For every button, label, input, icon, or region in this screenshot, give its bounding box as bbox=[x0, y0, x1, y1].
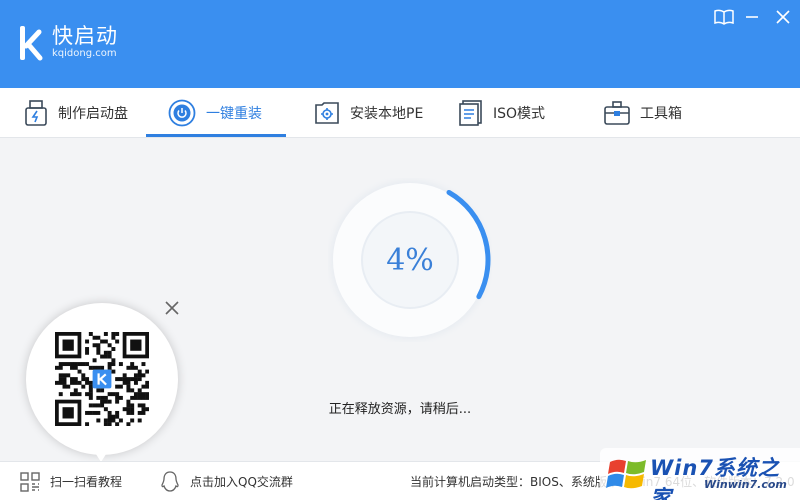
book-icon bbox=[714, 9, 734, 25]
qr-code-popup bbox=[26, 303, 178, 455]
progress-percent: 4% bbox=[386, 242, 434, 278]
power-icon bbox=[168, 99, 196, 127]
join-qq-group-link[interactable]: 点击加入QQ交流群 bbox=[160, 462, 293, 500]
main-tabs: 制作启动盘 一键重装 安装本地PE ISO模式 工具箱 bbox=[0, 88, 800, 138]
app-name: 快启动 bbox=[52, 24, 118, 48]
scan-tutorial-label: 扫一扫看教程 bbox=[50, 475, 123, 489]
help-book-button[interactable] bbox=[713, 6, 735, 28]
watermark: Win7系统之家 Winwin7.com bbox=[600, 448, 800, 500]
active-tab-indicator bbox=[146, 134, 286, 137]
tab-make-boot-disk[interactable]: 制作启动盘 bbox=[24, 88, 128, 138]
pe-install-icon bbox=[315, 102, 339, 124]
windows-logo-icon bbox=[606, 459, 646, 489]
tab-label: 一键重装 bbox=[206, 106, 262, 122]
tab-one-click-reinstall[interactable]: 一键重装 bbox=[168, 88, 262, 138]
close-icon bbox=[776, 10, 790, 24]
watermark-brand: Win7系统之家 bbox=[650, 456, 780, 500]
join-qq-group-label: 点击加入QQ交流群 bbox=[190, 475, 293, 489]
usb-drive-icon bbox=[25, 100, 47, 126]
tab-label: 工具箱 bbox=[640, 106, 682, 122]
progress-ring: 4% bbox=[328, 178, 492, 342]
qr-scan-icon bbox=[20, 471, 40, 492]
qr-close-button[interactable] bbox=[162, 298, 182, 318]
tab-iso-mode[interactable]: ISO模式 bbox=[459, 88, 545, 138]
app-logo: 快启动 kqidong.com bbox=[18, 24, 118, 62]
iso-document-icon bbox=[459, 100, 482, 126]
kqidong-logo-icon bbox=[20, 26, 43, 61]
qr-popup-tail bbox=[92, 448, 110, 462]
minimize-icon bbox=[746, 16, 758, 18]
qr-code-icon bbox=[55, 332, 149, 426]
tab-label: 安装本地PE bbox=[350, 106, 424, 122]
tab-label: ISO模式 bbox=[493, 106, 546, 122]
toolbox-icon bbox=[604, 101, 630, 125]
app-domain: kqidong.com bbox=[52, 48, 117, 59]
title-bar: 快启动 kqidong.com bbox=[0, 0, 800, 88]
tab-toolbox[interactable]: 工具箱 bbox=[604, 88, 682, 138]
watermark-url: Winwin7.com bbox=[704, 478, 787, 491]
close-icon bbox=[165, 301, 179, 315]
tab-label: 制作启动盘 bbox=[58, 106, 128, 122]
tab-install-local-pe[interactable]: 安装本地PE bbox=[314, 88, 423, 138]
minimize-button[interactable] bbox=[741, 6, 763, 28]
qq-penguin-icon bbox=[161, 470, 179, 492]
scan-tutorial-link[interactable]: 扫一扫看教程 bbox=[20, 462, 122, 500]
close-button[interactable] bbox=[772, 6, 794, 28]
